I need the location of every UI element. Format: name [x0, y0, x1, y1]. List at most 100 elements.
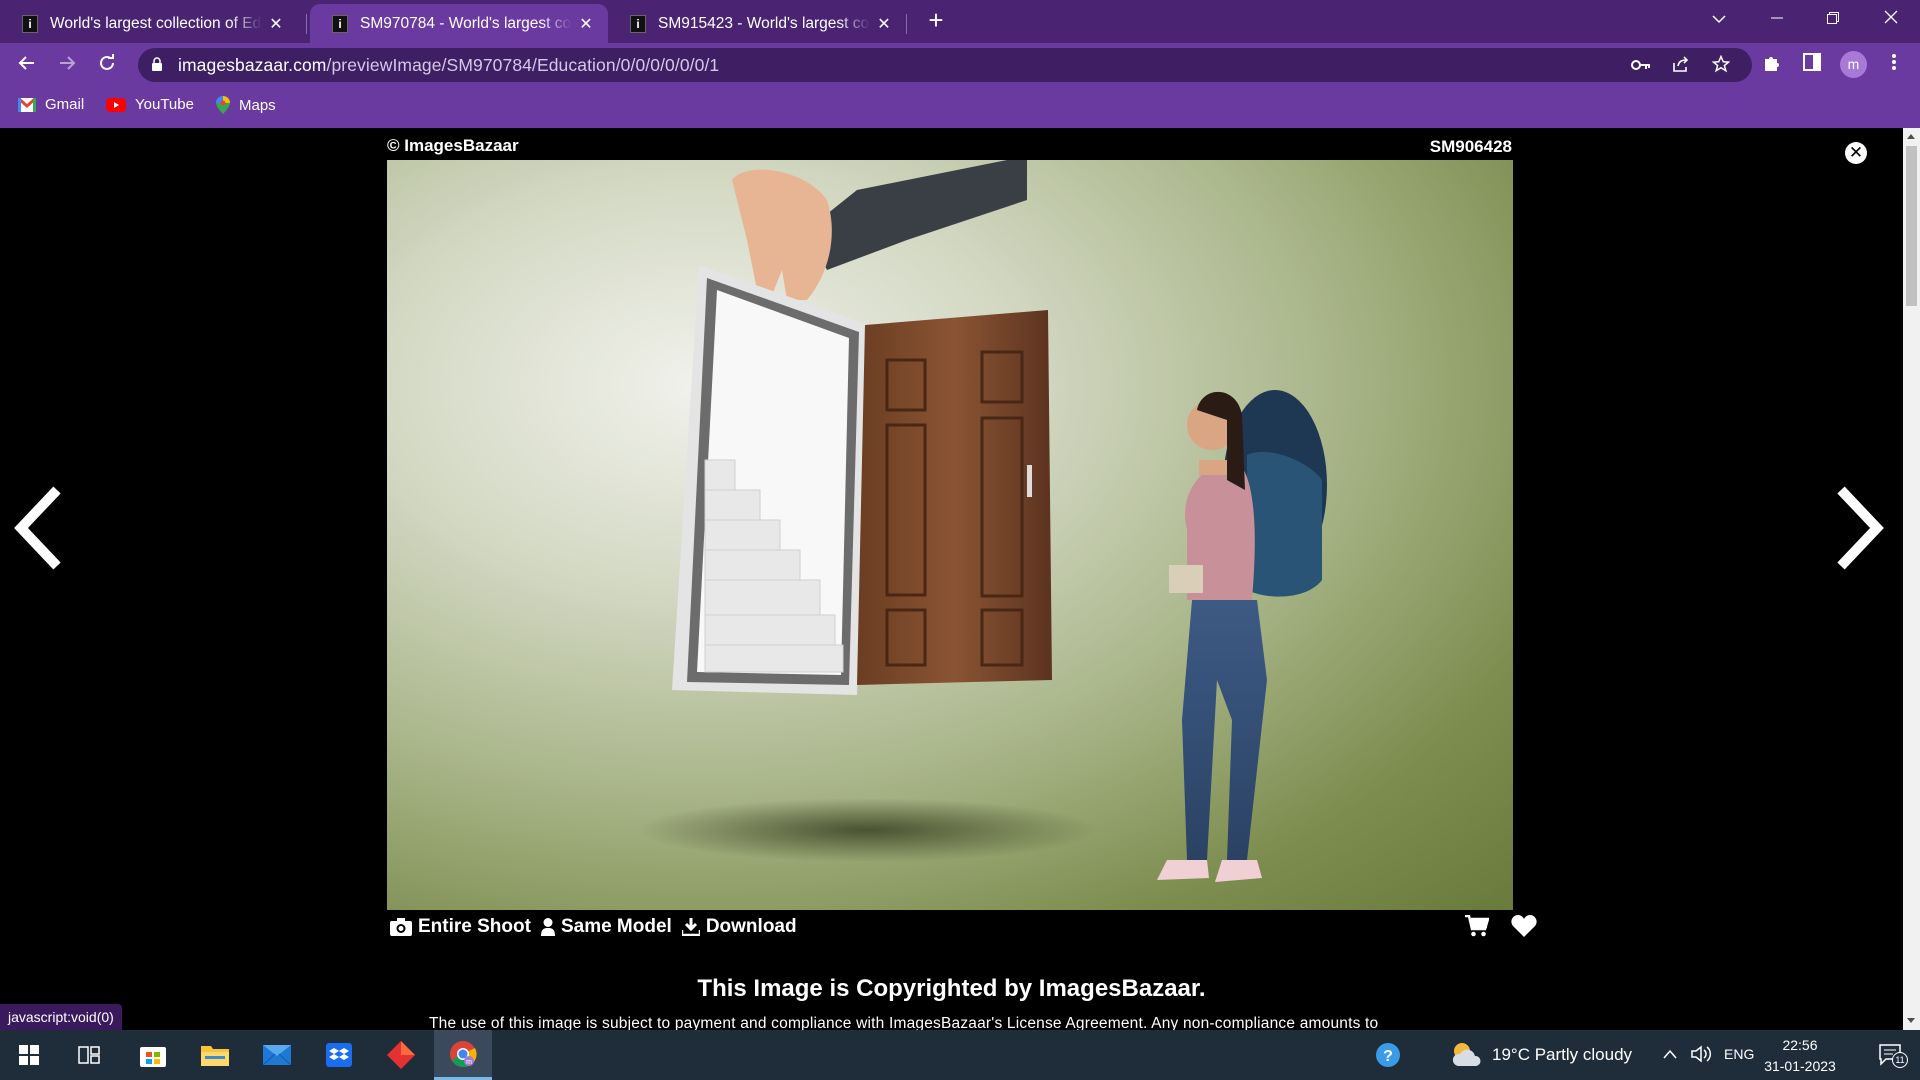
weather-text[interactable]: 19°C Partly cloudy [1492, 1045, 1632, 1065]
image-preview-viewer: © ImagesBazaar SM906428 ✕ Entire Shoot S… [0, 128, 1903, 1030]
link-status-bar: javascript:void(0) [0, 1004, 122, 1030]
new-tab-button[interactable]: + [922, 6, 950, 36]
volume-icon[interactable] [1690, 1045, 1712, 1063]
taskbar-chrome[interactable]: m [434, 1030, 492, 1080]
minimize-button[interactable] [1754, 4, 1800, 36]
task-view-button[interactable] [60, 1030, 118, 1080]
folder-icon [201, 1046, 229, 1066]
preview-photo [387, 160, 1513, 910]
user-icon [540, 918, 555, 936]
copyright-notice-title: This Image is Copyrighted by ImagesBazaa… [697, 975, 1206, 1002]
download-button[interactable]: Download [681, 916, 797, 938]
camera-icon [390, 918, 412, 936]
dropbox-icon [326, 1043, 352, 1067]
previous-image-button[interactable] [8, 486, 68, 576]
windows-taskbar: m ? 19°C Partly cloudy ENG 22:56 31-01-2… [0, 1030, 1920, 1080]
imagesbazaar-favicon-icon: i [630, 14, 646, 33]
chrome-icon: m [450, 1040, 477, 1067]
close-window-button[interactable] [1868, 4, 1914, 36]
tab-title: SM915423 - World's largest colle [658, 14, 870, 32]
share-icon[interactable] [1670, 55, 1692, 77]
windows-logo-icon [19, 1045, 39, 1065]
bookmark-gmail[interactable]: Gmail [18, 96, 84, 113]
tab-sm970784[interactable]: i SM970784 - World's largest colle ✕ [310, 4, 608, 43]
copyright-tag: © ImagesBazaar [387, 136, 519, 155]
page-scrollbar[interactable] [1903, 128, 1920, 1030]
scroll-down-arrow-icon[interactable] [1907, 1018, 1915, 1023]
clock-time: 22:56 [1782, 1037, 1818, 1053]
bookmark-maps[interactable]: Maps [216, 96, 276, 114]
entire-shoot-label: Entire Shoot [418, 916, 531, 937]
tab-divider [306, 14, 307, 34]
svg-text:?: ? [1383, 1048, 1393, 1065]
tab-divider [906, 14, 907, 34]
bookmark-label: YouTube [135, 96, 194, 113]
bookmark-label: Maps [239, 96, 276, 114]
image-action-bar: Entire Shoot Same Model Download [390, 916, 807, 938]
notification-center-button[interactable]: 11 [1860, 1030, 1920, 1080]
close-preview-button[interactable]: ✕ [1845, 142, 1867, 164]
key-icon[interactable] [1630, 55, 1652, 77]
tab-title: SM970784 - World's largest colle [360, 14, 572, 32]
close-tab-icon[interactable]: ✕ [576, 14, 596, 34]
browser-chrome: i World's largest collection of Educ ✕ i… [0, 0, 1920, 128]
browser-toolbar: imagesbazaar.com/previewImage/SM970784/E… [0, 43, 1920, 87]
scroll-up-arrow-icon[interactable] [1907, 134, 1915, 139]
tab-sm915423[interactable]: i SM915423 - World's largest colle ✕ [608, 4, 906, 43]
maps-icon [216, 96, 230, 114]
same-model-button[interactable]: Same Model [540, 916, 672, 938]
taskbar-mail[interactable] [248, 1030, 306, 1080]
bookmark-youtube[interactable]: YouTube [106, 96, 194, 113]
tab-search-icon[interactable] [1696, 4, 1742, 36]
close-tab-icon[interactable]: ✕ [874, 14, 894, 34]
mail-icon [263, 1045, 291, 1065]
taskbar-clock[interactable]: 22:56 31-01-2023 [1760, 1035, 1840, 1077]
address-bar[interactable]: imagesbazaar.com/previewImage/SM970784/E… [138, 48, 1752, 82]
imagesbazaar-favicon-icon: i [22, 14, 38, 33]
taskbar-file-explorer[interactable] [186, 1030, 244, 1080]
store-icon [140, 1047, 166, 1067]
profile-avatar[interactable]: m [1840, 51, 1867, 78]
forward-button[interactable] [51, 49, 83, 81]
bookmarks-bar: Gmail YouTube Maps [0, 87, 1920, 128]
extensions-puzzle-icon[interactable] [1760, 53, 1784, 77]
download-icon [681, 918, 700, 936]
entire-shoot-button[interactable]: Entire Shoot [390, 916, 531, 938]
cart-icon[interactable] [1465, 914, 1490, 942]
tab-strip: i World's largest collection of Educ ✕ i… [0, 0, 1920, 43]
tab-title: World's largest collection of Educ [50, 14, 262, 32]
url-host: imagesbazaar.com [178, 55, 327, 75]
svg-text:m: m [466, 1059, 472, 1066]
show-hidden-icons-chevron-icon[interactable] [1662, 1048, 1678, 1060]
url-text[interactable]: imagesbazaar.com/previewImage/SM970784/E… [178, 55, 719, 76]
red-diamond-app-icon [387, 1041, 415, 1069]
taskbar-store-app[interactable] [124, 1030, 182, 1080]
start-button[interactable] [0, 1030, 58, 1080]
scrollbar-thumb[interactable] [1906, 146, 1917, 306]
cart-wishlist-actions [1443, 914, 1537, 942]
preview-photo-illustration [637, 160, 1327, 882]
close-tab-icon[interactable]: ✕ [266, 14, 286, 34]
input-language-indicator[interactable]: ENG [1724, 1046, 1754, 1062]
kebab-menu-icon[interactable] [1882, 53, 1906, 77]
tab-educ-collection[interactable]: i World's largest collection of Educ ✕ [0, 4, 298, 43]
taskbar-red-app[interactable] [372, 1030, 430, 1080]
restore-button[interactable] [1810, 4, 1856, 36]
gmail-icon [18, 97, 36, 112]
help-tray-icon[interactable]: ? [1358, 1030, 1418, 1080]
back-button[interactable] [11, 49, 43, 81]
youtube-icon [106, 97, 126, 112]
same-model-label: Same Model [560, 916, 672, 937]
partly-cloudy-weather-icon [1452, 1043, 1481, 1066]
wishlist-heart-icon[interactable] [1511, 915, 1537, 942]
bookmark-label: Gmail [45, 96, 85, 113]
url-path: /previewImage/SM970784/Education/0/0/0/0… [326, 55, 720, 75]
side-panel-icon[interactable] [1800, 53, 1824, 77]
bookmark-star-icon[interactable] [1710, 54, 1732, 77]
task-view-icon [78, 1046, 100, 1064]
download-label: Download [705, 916, 797, 937]
taskbar-dropbox[interactable] [310, 1030, 368, 1080]
reload-button[interactable] [91, 49, 123, 81]
next-image-button[interactable] [1830, 486, 1890, 576]
image-id: SM906428 [1429, 137, 1512, 156]
